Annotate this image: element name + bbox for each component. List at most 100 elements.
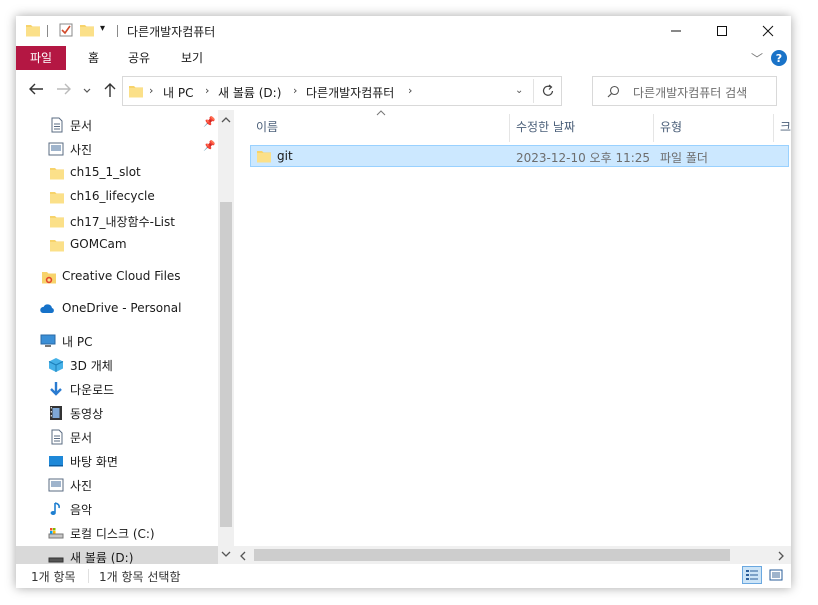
sidebar-item-music[interactable]: 음악 [16, 498, 216, 520]
back-button[interactable] [26, 82, 46, 100]
search-icon [607, 85, 620, 98]
sidebar-item-label: 로컬 디스크 (C:) [70, 527, 155, 541]
tab-share[interactable]: 공유 [114, 46, 164, 70]
sidebar-item-ch17[interactable]: ch17_내장함수-List [16, 210, 216, 232]
column-divider[interactable] [653, 114, 654, 142]
breadcrumb-chevron-icon[interactable]: › [293, 84, 297, 97]
horizontal-scrollbar[interactable] [234, 546, 791, 564]
sidebar-item-label: 문서 [70, 431, 93, 445]
breadcrumb-chevron-icon[interactable]: › [149, 84, 153, 97]
sidebar-item-downloads[interactable]: 다운로드 [16, 378, 216, 400]
pictures-icon [48, 478, 64, 492]
address-bar[interactable]: › 내 PC › 새 볼륨 (D:) › 다른개발자컴퓨터 › ⌄ [122, 76, 562, 106]
sidebar-item-desktop[interactable]: 바탕 화면 [16, 450, 216, 472]
sidebar-item-label: ch17_내장함수-List [70, 215, 175, 229]
status-bar: 1개 항목 1개 항목 선택함 [16, 564, 791, 588]
breadcrumb-this-pc[interactable]: 내 PC [163, 84, 193, 101]
3d-objects-icon [48, 358, 64, 372]
close-button[interactable] [745, 16, 791, 46]
details-view-button[interactable] [742, 566, 762, 584]
breadcrumb-current-folder[interactable]: 다른개발자컴퓨터 [306, 84, 394, 101]
pin-icon: 📌 [203, 141, 216, 152]
tab-view[interactable]: 보기 [167, 46, 217, 70]
sidebar-item-documents-pinned[interactable]: 문서 📌 [16, 114, 216, 136]
column-header-modified[interactable]: 수정한 날짜 [516, 118, 575, 135]
properties-icon[interactable] [59, 23, 73, 37]
status-item-count: 1개 항목 [31, 570, 76, 584]
sidebar-item-label: GOMCam [70, 237, 127, 251]
column-header-size[interactable]: 크 [780, 118, 791, 135]
local-disk-icon [48, 528, 64, 539]
sidebar-item-label: Creative Cloud Files [62, 269, 181, 283]
scrollbar-thumb[interactable] [254, 549, 730, 561]
sidebar-item-3d-objects[interactable]: 3D 개체 [16, 354, 216, 376]
scroll-down-icon[interactable] [221, 550, 231, 558]
sidebar-item-ch15[interactable]: ch15_1_slot [16, 162, 216, 184]
sidebar-item-label: 음악 [70, 503, 93, 517]
search-input[interactable]: 다른개발자컴퓨터 검색 [592, 76, 777, 106]
forward-button[interactable] [54, 82, 74, 100]
sidebar-item-label: 동영상 [70, 407, 104, 421]
minimize-icon [671, 30, 681, 32]
separator [88, 569, 89, 583]
file-list: 이름 수정한 날짜 유형 크 git 2023-12-10 오후 11:25 파… [234, 110, 791, 546]
recent-locations-button[interactable] [80, 82, 94, 100]
explorer-window: ▾ 다른개발자컴퓨터 파일 홈 공유 보기 ﹀ ? › 내 PC › 새 볼륨 … [16, 16, 791, 588]
sidebar-item-documents[interactable]: 문서 [16, 426, 216, 448]
breadcrumb-chevron-icon[interactable]: › [408, 84, 412, 97]
sidebar-item-label: OneDrive - Personal [62, 301, 182, 315]
column-divider[interactable] [773, 114, 774, 142]
sidebar-item-this-pc[interactable]: 내 PC [16, 330, 216, 352]
large-icons-view-icon [769, 569, 783, 581]
scroll-left-icon[interactable] [239, 551, 247, 561]
large-icons-view-button[interactable] [766, 566, 786, 584]
sidebar-item-creative-cloud[interactable]: Creative Cloud Files [16, 266, 216, 288]
sidebar-item-local-disk-c[interactable]: 로컬 디스크 (C:) [16, 522, 216, 544]
new-folder-icon[interactable] [80, 23, 94, 37]
sidebar-item-onedrive[interactable]: OneDrive - Personal [16, 298, 216, 320]
details-view-icon [746, 570, 758, 580]
column-header-type[interactable]: 유형 [660, 118, 682, 135]
sidebar-item-pictures-pinned[interactable]: 사진 📌 [16, 138, 216, 160]
sidebar-item-label: 내 PC [62, 335, 93, 349]
table-row[interactable]: git 2023-12-10 오후 11:25 파일 폴더 [250, 145, 789, 167]
sidebar-item-label: ch16_lifecycle [70, 189, 155, 203]
breadcrumb-chevron-icon[interactable]: › [205, 84, 209, 97]
sidebar-item-label: 문서 [70, 119, 93, 133]
separator [117, 25, 118, 37]
sort-ascending-icon [376, 110, 386, 116]
column-divider[interactable] [509, 114, 510, 142]
scrollbar-thumb[interactable] [220, 202, 232, 527]
desktop-icon [49, 456, 63, 467]
search-placeholder: 다른개발자컴퓨터 검색 [633, 86, 748, 100]
video-icon [50, 406, 62, 420]
sidebar-item-pictures[interactable]: 사진 [16, 474, 216, 496]
sidebar-item-label: 바탕 화면 [70, 455, 118, 469]
refresh-icon[interactable] [541, 84, 555, 98]
document-icon [51, 429, 63, 445]
pictures-icon [48, 142, 64, 156]
sidebar-item-label: 사진 [70, 143, 93, 157]
up-button[interactable] [100, 82, 120, 100]
sidebar-item-videos[interactable]: 동영상 [16, 402, 216, 424]
quick-access-dropdown-icon[interactable]: ▾ [100, 23, 105, 34]
sidebar-item-label: 3D 개체 [70, 359, 113, 373]
scroll-up-icon[interactable] [221, 116, 231, 124]
column-header-name[interactable]: 이름 [256, 118, 278, 135]
ribbon-expand-icon[interactable]: ﹀ [751, 50, 763, 67]
maximize-icon [717, 26, 727, 36]
folder-icon [50, 216, 64, 228]
title-bar: ▾ 다른개발자컴퓨터 [16, 16, 791, 46]
address-history-dropdown-icon[interactable]: ⌄ [515, 85, 523, 96]
help-icon[interactable]: ? [771, 50, 787, 66]
navigation-scrollbar[interactable] [218, 110, 234, 564]
sidebar-item-ch16[interactable]: ch16_lifecycle [16, 186, 216, 208]
tab-home[interactable]: 홈 [74, 46, 113, 70]
sidebar-item-volume-d[interactable]: 새 볼륨 (D:) [16, 546, 218, 564]
minimize-button[interactable] [653, 16, 699, 46]
breadcrumb-volume-d[interactable]: 새 볼륨 (D:) [218, 84, 281, 101]
tab-file[interactable]: 파일 [16, 46, 67, 70]
scroll-right-icon[interactable] [777, 551, 785, 561]
maximize-button[interactable] [699, 16, 745, 46]
sidebar-item-gomcam[interactable]: GOMCam [16, 234, 216, 256]
